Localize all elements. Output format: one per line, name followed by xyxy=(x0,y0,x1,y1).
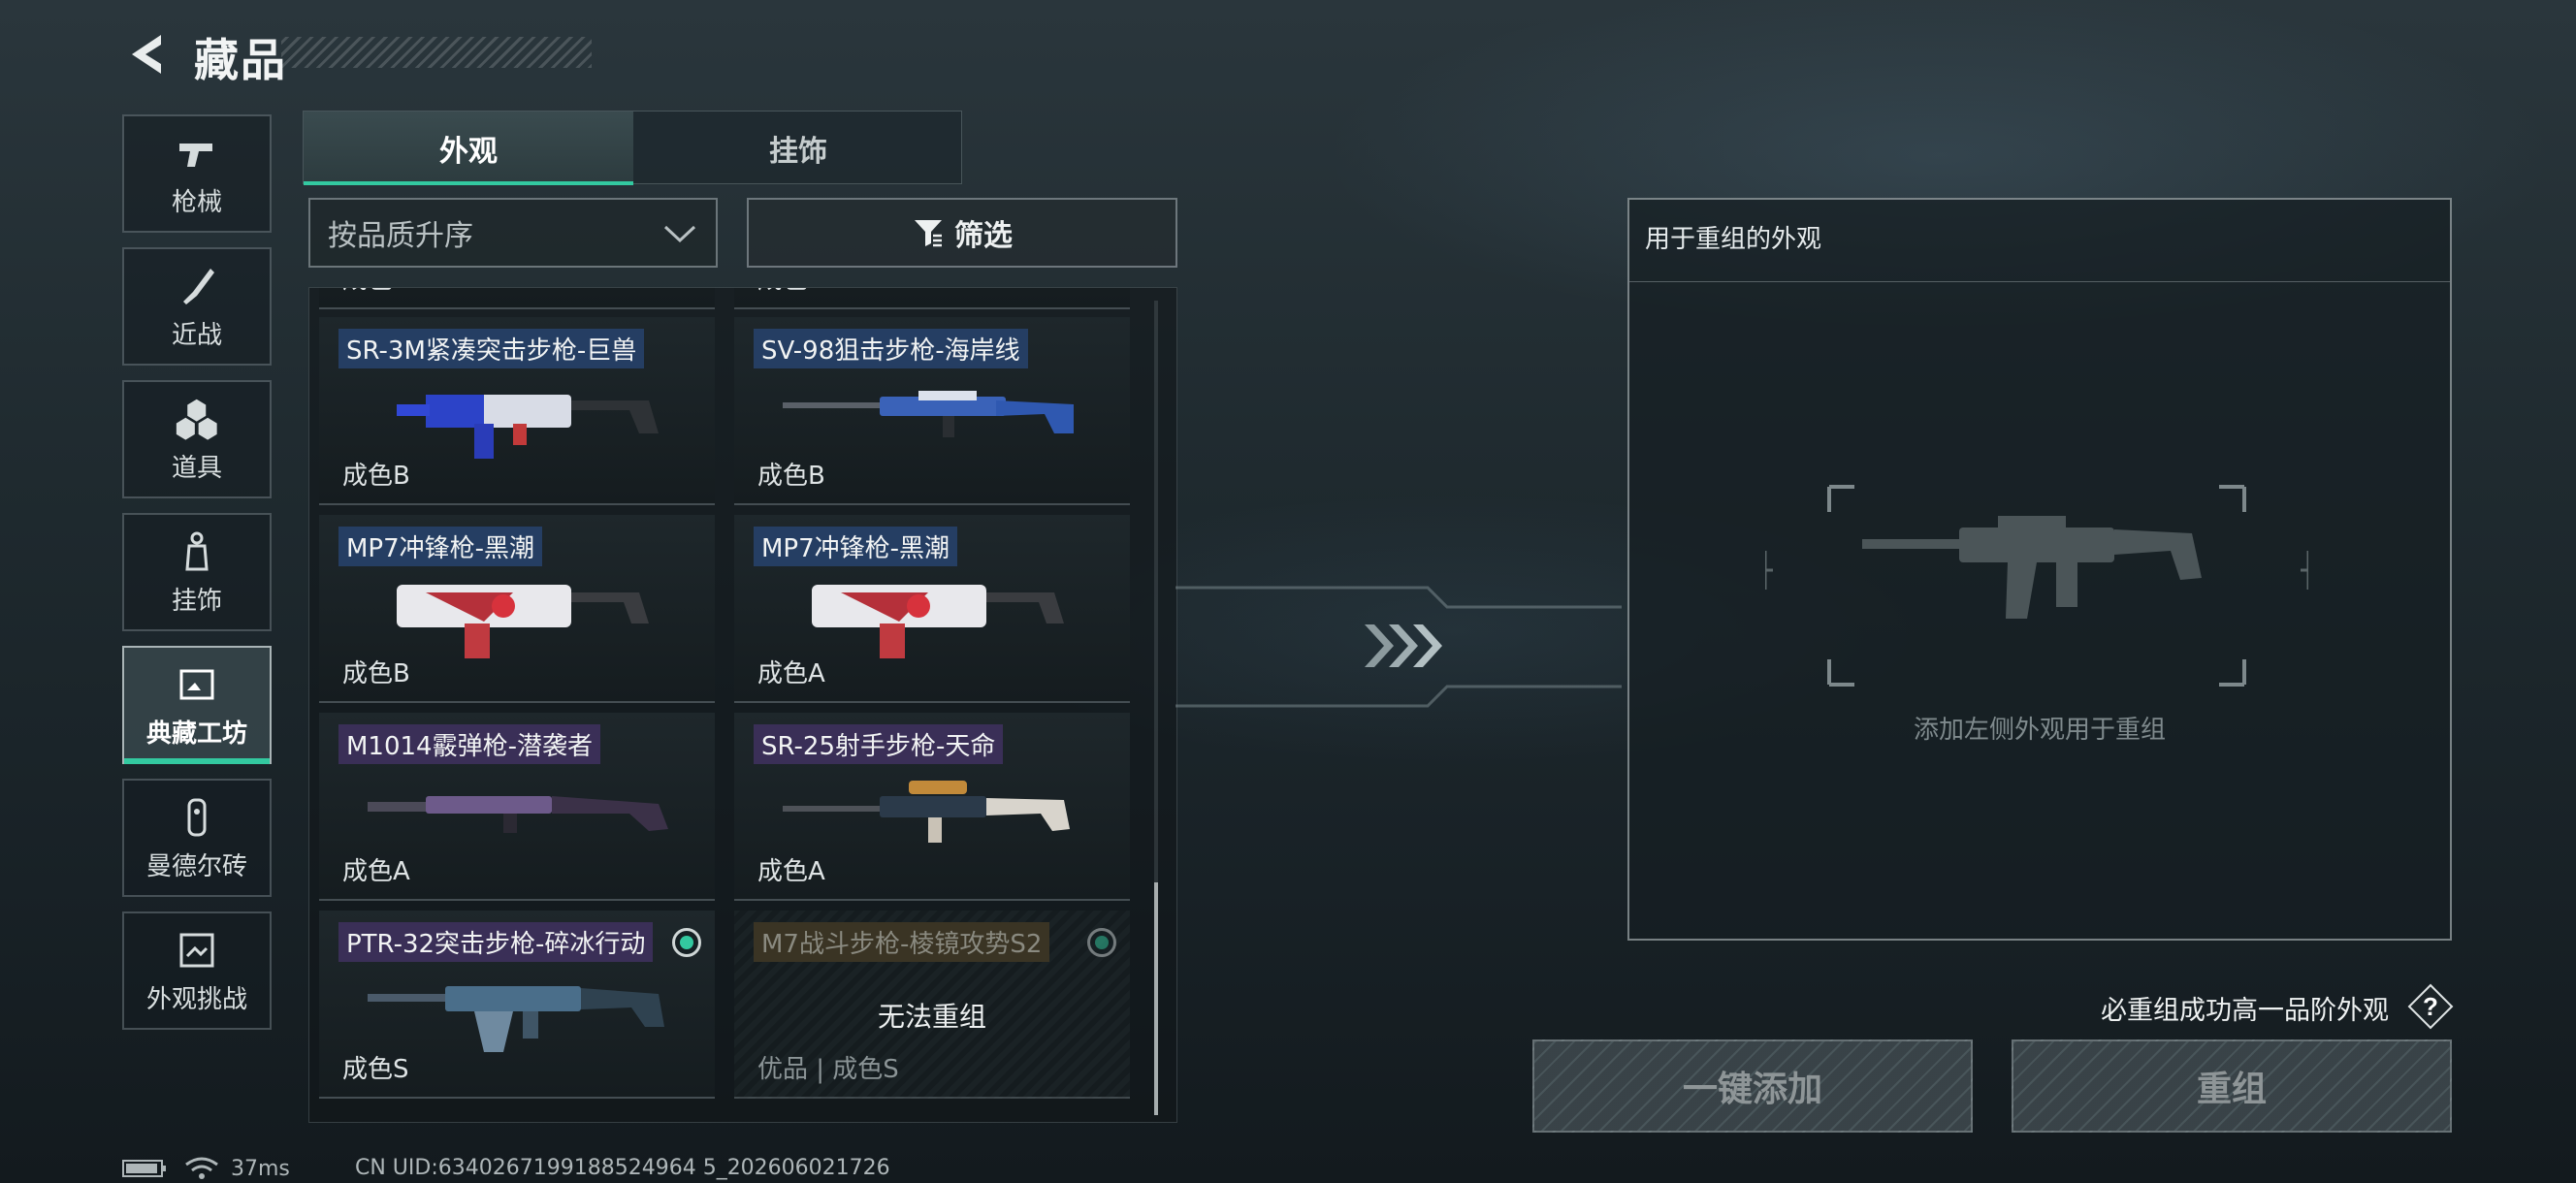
chevron-down-icon xyxy=(663,225,696,243)
filter-icon xyxy=(915,220,942,247)
pistol-icon xyxy=(179,143,212,167)
sort-dropdown[interactable]: 按品质升序 xyxy=(308,198,718,268)
skin-condition: 成色B xyxy=(757,462,825,491)
skin-condition: 优品 | 成色S xyxy=(757,1055,899,1084)
selected-indicator xyxy=(1087,928,1116,957)
skin-card[interactable]: SR-25射手步枪-天命 成色A xyxy=(734,713,1130,901)
tab-skins[interactable]: 外观 xyxy=(304,112,633,185)
divider xyxy=(1629,281,2450,282)
sidebar-item-label: 典藏工坊 xyxy=(145,719,247,749)
skin-name: SR-3M紧凑突击步枪-巨兽 xyxy=(338,329,645,368)
rifle-silhouette-icon xyxy=(1862,516,2202,619)
sidebar-item-mandel-brick[interactable]: 曼德尔砖 xyxy=(122,779,272,897)
recombine-panel-title: 用于重组的外观 xyxy=(1645,225,1822,254)
ping-value: 37ms xyxy=(231,1156,290,1181)
skin-condition: 成色A xyxy=(757,857,825,886)
gun-image xyxy=(783,391,1074,437)
sidebar-item-label: 曼德尔砖 xyxy=(145,851,247,881)
tab-bar: 外观 挂饰 xyxy=(303,111,963,185)
gun-image xyxy=(812,585,1064,658)
skin-condition: 成色B xyxy=(342,288,410,296)
one-click-add-button[interactable]: 一键添加 xyxy=(1532,1039,1973,1133)
gun-image xyxy=(783,781,1070,843)
cannot-recombine-label: 无法重组 xyxy=(877,1001,986,1033)
uid-text: CN UID:6340267199188524964 5_20260602172… xyxy=(355,1156,890,1180)
gun-image xyxy=(397,585,649,658)
sidebar-item-label: 挂饰 xyxy=(171,586,222,616)
sidebar-item-label: 枪械 xyxy=(171,187,222,217)
skin-name: SV-98狙击步枪-海岸线 xyxy=(754,329,1028,368)
gun-image xyxy=(368,986,664,1052)
transfer-arrow-icon xyxy=(1175,586,1622,708)
filter-label: 筛选 xyxy=(954,219,1013,253)
help-label: ? xyxy=(2423,992,2438,1021)
sidebar-item-workshop[interactable]: 典藏工坊 xyxy=(122,646,272,764)
filter-button[interactable]: 筛选 xyxy=(747,198,1177,268)
skin-name: PTR-32突击步枪-碎冰行动 xyxy=(338,922,654,962)
guarantee-note: 必重组成功高一品阶外观 xyxy=(2101,996,2389,1026)
empty-skin-slot[interactable] xyxy=(1765,473,2308,698)
skin-name: M1014霰弹枪-潜袭者 xyxy=(338,724,600,764)
brick-icon xyxy=(187,798,207,836)
sidebar-item-items[interactable]: 道具 xyxy=(122,380,272,498)
status-bar: 37ms xyxy=(122,1156,290,1181)
challenge-icon xyxy=(179,933,214,967)
selected-indicator xyxy=(672,928,701,957)
sidebar-item-skin-challenge[interactable]: 外观挑战 xyxy=(122,911,272,1030)
scrollbar-thumb[interactable] xyxy=(1154,882,1158,1115)
skin-condition: 成色A xyxy=(757,659,825,688)
sidebar-item-melee[interactable]: 近战 xyxy=(122,247,272,366)
sort-dropdown-value: 按品质升序 xyxy=(328,219,473,253)
recombine-empty-hint: 添加左侧外观用于重组 xyxy=(1913,716,2166,745)
sidebar-item-label: 近战 xyxy=(171,320,222,350)
skin-name: MP7冲锋枪-黑潮 xyxy=(754,527,958,566)
skin-condition: 成色B xyxy=(342,659,410,688)
skin-condition: 成色A xyxy=(342,857,410,886)
skin-card-disabled[interactable]: M7战斗步枪-棱镜攻势S2 无法重组 优品 | 成色S xyxy=(734,911,1130,1099)
skin-card-partial[interactable]: 成色B xyxy=(319,288,715,309)
skin-card[interactable]: SR-3M紧凑突击步枪-巨兽 成色B xyxy=(319,317,715,505)
skin-name: SR-25射手步枪-天命 xyxy=(754,724,1004,764)
skin-card-partial[interactable]: 成色B xyxy=(734,288,1130,309)
charm-icon xyxy=(185,531,209,570)
sidebar-item-charms[interactable]: 挂饰 xyxy=(122,513,272,631)
knife-icon xyxy=(183,268,214,304)
workshop-icon xyxy=(179,669,214,699)
skin-name: M7战斗步枪-棱镜攻势S2 xyxy=(754,922,1050,962)
skin-card[interactable]: PTR-32突击步枪-碎冰行动 成色S xyxy=(319,911,715,1099)
sidebar-item-label: 外观挑战 xyxy=(145,984,247,1014)
skin-condition: 成色S xyxy=(342,1055,409,1084)
title-decoration xyxy=(281,37,592,68)
skin-card[interactable]: M1014霰弹枪-潜袭者 成色A xyxy=(319,713,715,901)
sidebar-item-guns[interactable]: 枪械 xyxy=(122,114,272,233)
page-title: 藏品 xyxy=(194,34,287,86)
skin-grid: 成色B 成色B SR-3M紧凑突击步枪-巨兽 成色B SV-98狙击步枪-海岸线 xyxy=(308,287,1177,1123)
wifi-icon xyxy=(185,1157,218,1179)
tab-charms[interactable]: 挂饰 xyxy=(633,112,963,185)
battery-icon xyxy=(122,1160,166,1177)
screen: 藏品 枪械 近战 道具 挂饰 典藏工坊 曼德尔砖 外观挑战 外观 挂饰 按品质升… xyxy=(0,0,2576,1183)
sidebar-item-label: 道具 xyxy=(171,453,222,483)
recombine-button[interactable]: 重组 xyxy=(2012,1039,2452,1133)
skin-card[interactable]: MP7冲锋枪-黑潮 成色A xyxy=(734,515,1130,703)
back-arrow-icon[interactable] xyxy=(122,29,169,80)
skin-name: MP7冲锋枪-黑潮 xyxy=(338,527,543,566)
gun-image xyxy=(397,395,659,459)
gun-image xyxy=(368,796,668,833)
grenade-icon xyxy=(176,399,217,440)
skin-card[interactable]: SV-98狙击步枪-海岸线 成色B xyxy=(734,317,1130,505)
skin-condition: 成色B xyxy=(757,288,825,296)
skin-condition: 成色B xyxy=(342,462,410,491)
help-icon[interactable]: ? xyxy=(2407,983,2454,1030)
skin-card[interactable]: MP7冲锋枪-黑潮 成色B xyxy=(319,515,715,703)
